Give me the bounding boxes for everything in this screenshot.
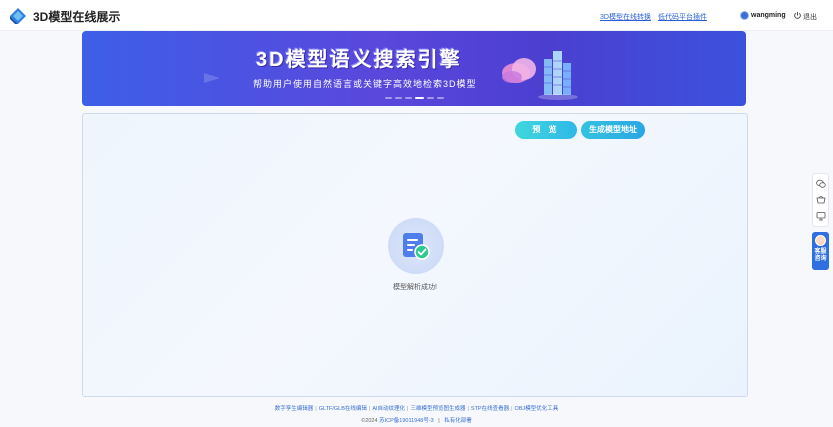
monitor-icon[interactable]	[816, 211, 826, 221]
footer-link[interactable]: GLTF/GLB在线编辑	[319, 406, 367, 412]
footer-sep: |	[407, 406, 409, 412]
carousel-dot[interactable]	[395, 97, 402, 99]
service-label-line1: 客服	[814, 249, 827, 255]
service-label-line2: 咨询	[814, 256, 827, 262]
service-label: 客服 咨询	[813, 249, 828, 263]
chat-icon[interactable]	[816, 179, 826, 189]
footer-link[interactable]: OBJ模型优化工具	[515, 406, 559, 412]
private-deploy-link[interactable]: 私有化部署	[444, 418, 472, 424]
cloud-server-illustration-icon	[502, 51, 578, 100]
top-header: 3D模型在线展示 3D模型在线转换 低代码平台插件 wangming 退出	[0, 0, 833, 31]
carousel-dot-active[interactable]	[415, 97, 424, 99]
footer-sep: |	[467, 406, 469, 412]
success-badge	[388, 218, 444, 274]
footer-sep: |	[438, 418, 440, 424]
username[interactable]: wangming	[751, 12, 786, 19]
power-icon[interactable]	[793, 11, 802, 20]
footer-sep: |	[315, 406, 317, 412]
link-model-convert[interactable]: 3D模型在线转换	[600, 12, 651, 22]
logo-icon[interactable]	[10, 8, 26, 24]
model-viewer-panel: 预 览 生成模型地址 模型解析成功!	[82, 113, 748, 397]
customer-service-button[interactable]: 客服 咨询	[812, 232, 829, 270]
generate-address-button[interactable]: 生成模型地址	[581, 121, 645, 139]
avatar[interactable]	[740, 11, 749, 20]
carousel-dot[interactable]	[385, 97, 392, 99]
icp-link[interactable]: 苏ICP备19011948号-3	[379, 418, 434, 424]
preview-button[interactable]: 预 览	[515, 121, 577, 139]
carousel-dot[interactable]	[427, 97, 434, 99]
footer-link[interactable]: 数字孪生编辑器	[275, 406, 314, 412]
footer-link[interactable]: AI自动纹理化	[372, 406, 405, 412]
footer-sep: |	[368, 406, 371, 412]
cart-icon[interactable]	[816, 195, 826, 205]
floating-toolbar	[812, 173, 829, 227]
footer-link[interactable]: 三维模型预览图生成器	[410, 406, 465, 412]
footer-sep: |	[511, 406, 513, 412]
carousel-dots	[385, 97, 444, 99]
logout-button[interactable]: 退出	[803, 12, 817, 22]
copyright-text: ©2024	[361, 418, 378, 424]
banner-title: 3D模型语义搜索引擎	[256, 49, 462, 71]
carousel-dot[interactable]	[405, 97, 412, 99]
document-check-icon	[403, 233, 430, 260]
footer-links: 数字孪生编辑器 | GLTF/GLB在线编辑 | AI自动纹理化 | 三维模型预览图生成器 |…	[0, 404, 833, 412]
footer-link[interactable]: STP在线查看器	[471, 406, 509, 412]
app-title: 3D模型在线展示	[33, 10, 121, 24]
banner-subtitle: 帮助用户使用自然语言或关键字高效地检索3D模型	[253, 79, 477, 89]
arrow-deco-icon	[204, 73, 220, 83]
link-lowcode-plugin[interactable]: 低代码平台插件	[658, 12, 707, 22]
service-avatar-icon	[815, 235, 826, 246]
carousel-dot[interactable]	[437, 97, 444, 99]
status-message: 模型解析成功!	[393, 284, 437, 291]
hero-banner[interactable]: 3D模型语义搜索引擎 帮助用户使用自然语言或关键字高效地检索3D模型	[82, 31, 746, 106]
footer-copyright: ©2024 苏ICP备19011948号-3 | 私有化部署	[0, 416, 833, 424]
